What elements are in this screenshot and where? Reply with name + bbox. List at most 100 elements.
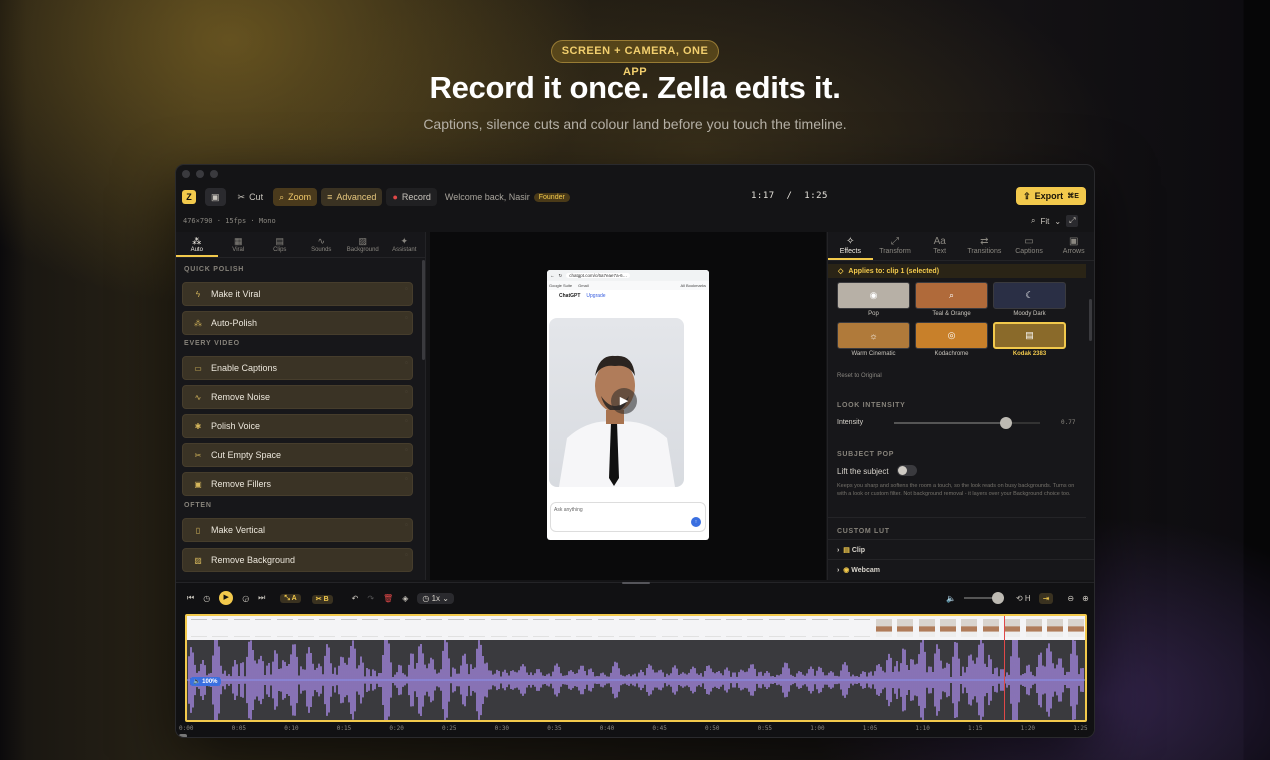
speed-select[interactable]: ◷ 1x ⌄ [417,592,454,604]
intensity-slider[interactable] [894,417,1040,429]
ripple-toggle[interactable]: ⟲ H [1016,594,1031,603]
tab-assistant[interactable]: ✦ Assistant [384,232,426,257]
lut-clip-row[interactable]: › ▤ Clip [837,546,865,554]
record-button[interactable]: ● Record [386,188,437,206]
intensity-knob[interactable] [1000,417,1013,429]
look-3[interactable]: ☼ [837,322,910,349]
bookmarks-bar: Google Suite Gmail All Bookmarks [547,281,709,290]
cut-button[interactable]: ✂ Cut [232,188,270,206]
reset-link[interactable]: Reset to Original [837,373,882,379]
magnifier-icon: ⌕ [279,191,285,202]
layers-icon[interactable]: ◈ [402,594,408,603]
advanced-label: Advanced [336,192,377,202]
split-b-button[interactable]: ✂ B [311,594,335,604]
remove-noise-button[interactable]: ∿ Remove Noise ◌ [182,385,413,409]
left-panel: ⁂ Auto ▦ Viral ▤ Clips ∿ Sounds ▨ Background ✦ Assi… [176,232,426,580]
look-5[interactable]: ▤ [993,322,1066,349]
image-icon: ▨ [194,555,202,565]
prompt-box[interactable]: Ask anything ↑ [550,502,706,532]
help-icon: ◌ [405,476,408,482]
remove-background-button[interactable]: ▨ Remove Background ◌ [182,548,413,572]
look-icon: ☼ [869,330,878,341]
tab-viral[interactable]: ▦ Viral [218,232,260,257]
skip-forward-icon[interactable]: ⏭ [258,593,265,603]
gain-badge[interactable]: 🔈 100% [190,677,221,686]
thumbnail [790,619,807,637]
delete-icon[interactable]: 🗑 [383,594,393,603]
look-0[interactable]: ◉ [837,282,910,309]
lift-subject-toggle[interactable] [897,465,917,476]
chevron-down-icon: ⌄ [442,593,449,603]
filler-icon: ▣ [194,479,202,489]
thumbnail [383,619,400,637]
ruler-tick: 0:45 [652,725,667,732]
lut-webcam-row[interactable]: › ◉ Webcam [837,566,880,574]
zoom-button[interactable]: ⌕ Zoom [273,188,318,206]
window-controls[interactable] [182,170,218,178]
thumbnail [940,619,956,637]
volume-knob[interactable] [991,592,1004,604]
expand-icon[interactable]: ⤢ [1066,215,1079,227]
zoom-in-icon[interactable]: ⊕ [1082,594,1089,603]
timeline-resize-handle[interactable] [622,582,650,584]
back-icon: ← [550,273,555,278]
zoom-out-icon[interactable]: ⊖ [1067,594,1074,603]
polish-voice-button[interactable]: ✱ Polish Voice ◌ [182,414,413,438]
thumbnail [298,619,314,637]
cut-empty-space-button[interactable]: ✂ Cut Empty Space ◌ [182,443,413,467]
play-button[interactable]: ▶ [219,591,234,605]
split-a-button[interactable]: ⤡ A [280,593,302,603]
tab-arrows[interactable]: ▣ Arrows [1051,232,1094,260]
look-1[interactable]: ⌕ [915,282,988,309]
advanced-button[interactable]: ≡ Advanced [321,188,383,206]
video-meta: 476×790 · 15fps · Mono [183,217,276,225]
help-icon: ◌ [405,286,408,292]
tab-captions[interactable]: ▭ Captions [1007,232,1052,260]
skip-back-icon[interactable]: ⏮ [187,593,194,603]
lut-clip-label: Clip [851,547,866,554]
right-scrollbar[interactable] [1089,299,1092,341]
export-icon: ⇪ [1023,190,1031,201]
action-label: Enable Captions [211,363,278,373]
volume-slider[interactable] [963,592,1004,604]
tab-transitions[interactable]: ⇄ Transitions [962,232,1007,260]
export-button[interactable]: ⇪ Export ⌘E [1016,187,1086,205]
help-icon: ◌ [405,315,408,321]
upgrade-link: Upgrade [586,293,606,299]
tab-background[interactable]: ▨ Background [342,232,384,257]
look-4[interactable]: ◎ [915,322,988,349]
thumbnail [661,619,678,637]
thumbnail [1004,619,1021,637]
rewind-icon[interactable]: ◷ [203,594,210,603]
timeline-scrollbar[interactable] [179,734,187,737]
sidebar-toggle-button[interactable]: ▣ [205,188,226,206]
tab-auto[interactable]: ⁂ Auto [176,232,218,257]
tab-clips[interactable]: ▤ Clips [259,232,301,257]
scissors-icon: ✂ [315,595,322,603]
enable-captions-button[interactable]: ▭ Enable Captions ◌ [182,356,413,380]
left-scrollbar[interactable] [422,260,425,360]
chevron-down-icon: ⌄ [1054,216,1062,226]
phone-frame: ← ↻ chatgpt.com/c/6a7eae7a-6… Google Suit… [547,270,709,540]
tab-effects[interactable]: ✧ Effects [828,232,873,260]
forward-icon[interactable]: ◶ [242,594,249,603]
bookmark-all: All Bookmarks [680,283,706,288]
make-vertical-button[interactable]: ▯ Make Vertical ◌ [182,518,413,542]
undo-icon[interactable]: ↶ [352,594,359,603]
transform-icon: ⤢ [891,236,899,247]
fit-select[interactable]: ⌕ Fit ⌄ ⤢ [1031,215,1079,227]
tab-sounds[interactable]: ∿ Sounds [301,232,343,257]
remove-fillers-button[interactable]: ▣ Remove Fillers ◌ [182,472,413,496]
redo-icon[interactable]: ↷ [367,594,374,603]
auto-polish-button[interactable]: ⁂ Auto-Polish ◌ [182,311,413,335]
play-overlay-button[interactable]: ▶ [611,388,637,414]
snap-button[interactable]: ⇥ [1038,592,1054,604]
look-2[interactable]: ☾ [993,282,1066,309]
tab-transform[interactable]: ⤢ Transform [873,232,918,260]
playhead[interactable] [1004,616,1006,720]
make-viral-button[interactable]: ϟ Make it Viral ◌ [182,282,413,306]
video-preview[interactable]: ← ↻ chatgpt.com/c/6a7eae7a-6… Google Suit… [430,232,826,580]
clip-track[interactable]: 🔈 100% [185,614,1087,722]
tab-text[interactable]: Aa Text [917,232,962,260]
scissors-icon: ✂ [237,191,246,202]
